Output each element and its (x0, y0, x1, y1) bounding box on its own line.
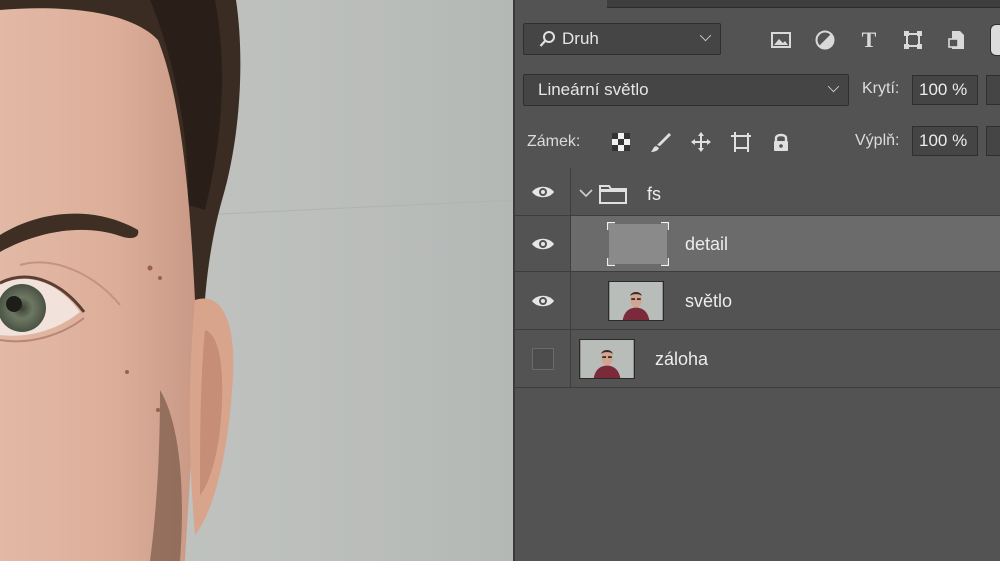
blend-mode-value: Lineární světlo (538, 80, 649, 99)
portrait-photo (0, 0, 513, 561)
filter-toggle-icon[interactable] (990, 24, 1000, 56)
layer-thumbnail (608, 281, 664, 321)
layer-thumbnail (579, 339, 635, 379)
folder-icon (599, 185, 627, 204)
chevron-down-icon (699, 29, 712, 42)
lock-position-icon[interactable] (681, 128, 721, 156)
layer-visibility-toggle[interactable] (515, 272, 571, 329)
lock-all-icon[interactable] (761, 128, 801, 156)
layers-panel: Druh T Lineární světlo Krytí: 100 % Záme… (513, 0, 1000, 561)
search-icon (539, 31, 555, 47)
type-filter-glyph: T (861, 27, 877, 52)
eye-icon (531, 186, 554, 197)
fill-slider-toggle[interactable] (986, 126, 1000, 156)
layer-visibility-toggle[interactable] (515, 216, 571, 271)
layer-row-svetlo[interactable]: světlo (515, 272, 1000, 330)
lock-artboard-icon[interactable] (721, 128, 761, 156)
panel-tab-strip (607, 0, 1000, 8)
blend-mode-dropdown[interactable]: Lineární světlo (523, 74, 849, 106)
layer-name: světlo (685, 291, 733, 311)
lock-label: Zámek: (527, 133, 581, 150)
layer-row-zaloha[interactable]: záloha (515, 330, 1000, 388)
chevron-down-icon (827, 80, 840, 93)
document-canvas[interactable] (0, 0, 513, 561)
opacity-label: Krytí: (862, 80, 900, 97)
portrait-thumbnail-icon (580, 340, 634, 378)
chevron-down-icon[interactable] (579, 188, 593, 198)
layer-row-detail[interactable]: detail (515, 216, 1000, 272)
layer-row-fs[interactable]: fs (515, 168, 1000, 216)
layer-filter-icons: T (759, 26, 979, 54)
lock-transparent-icon[interactable] (601, 128, 641, 156)
smart-object-filter-icon[interactable] (935, 26, 979, 54)
opacity-input[interactable]: 100 % (912, 75, 978, 105)
portrait-thumbnail-icon (609, 282, 663, 320)
layer-thumbnail (607, 222, 669, 266)
eye-icon (531, 238, 554, 249)
fill-label: Výplň: (855, 132, 900, 149)
layer-filter-dropdown[interactable]: Druh (523, 23, 721, 55)
layer-name: záloha (655, 349, 709, 369)
type-filter-icon[interactable]: T (847, 26, 891, 54)
visibility-off-box (531, 347, 554, 370)
layer-visibility-toggle[interactable] (515, 168, 571, 215)
fill-input[interactable]: 100 % (912, 126, 978, 156)
adjustment-filter-icon[interactable] (803, 26, 847, 54)
image-filter-icon[interactable] (759, 26, 803, 54)
layer-name: detail (685, 234, 729, 254)
layer-filter-label: Druh (562, 29, 599, 48)
eye-icon (531, 295, 554, 306)
layer-visibility-toggle[interactable] (515, 330, 571, 387)
lock-icons (601, 128, 801, 156)
layer-name: fs (647, 184, 662, 204)
opacity-slider-toggle[interactable] (986, 75, 1000, 105)
lock-image-icon[interactable] (641, 128, 681, 156)
shape-filter-icon[interactable] (891, 26, 935, 54)
